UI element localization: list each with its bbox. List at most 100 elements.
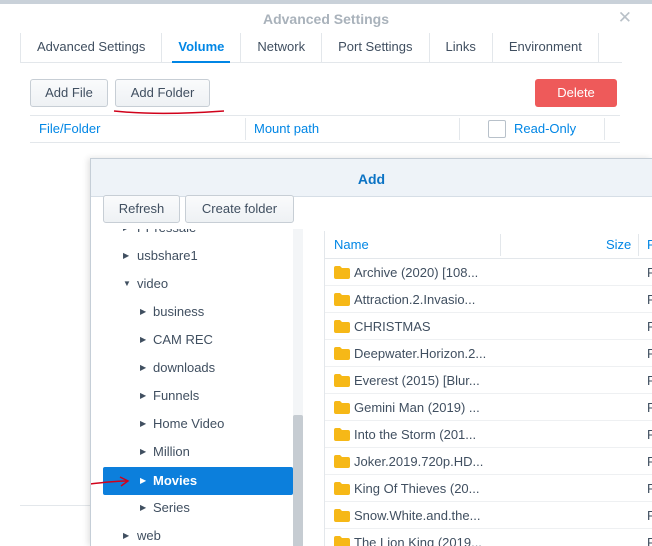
file-row[interactable]: Deepwater.Horizon.2... F (325, 340, 652, 367)
tab-links[interactable]: Links (428, 33, 492, 62)
folder-icon (334, 347, 350, 360)
tree-scrollbar-thumb[interactable] (293, 415, 303, 546)
tree-item-million[interactable]: ▶ Million (103, 438, 293, 466)
file-type: F (647, 502, 652, 529)
tree-item-web[interactable]: ▶ web (103, 522, 293, 546)
annotation-arrow (91, 476, 130, 487)
refresh-button[interactable]: Refresh (103, 195, 180, 223)
tree-item-label: video (137, 276, 169, 291)
column-divider (500, 234, 501, 256)
delete-button[interactable]: Delete (535, 79, 617, 107)
folder-icon (334, 401, 350, 414)
file-type: F (647, 259, 652, 286)
folder-icon (334, 428, 350, 441)
folder-tree: ▶ PPressale ▶ usbshare1 ▼ video ▶ busine… (103, 229, 293, 546)
file-type: F (647, 340, 652, 367)
file-name: Into the Storm (201... (354, 427, 477, 442)
tab-volume[interactable]: Volume (161, 33, 240, 63)
tab-environment[interactable]: Environment (491, 33, 599, 62)
column-size[interactable]: Size (606, 231, 631, 259)
tree-item-usbshare1[interactable]: ▶ usbshare1 (103, 242, 293, 270)
window-title: Advanced Settings (262, 11, 390, 27)
file-row[interactable]: The Lion King (2019... F (325, 529, 652, 546)
folder-icon (334, 482, 350, 495)
file-type: F (647, 421, 652, 448)
chevron-right-icon: ▶ (123, 229, 133, 242)
tree-item-video[interactable]: ▼ video (103, 270, 293, 298)
tree-item-label: Home Video (153, 416, 225, 431)
dialog-title: Add (91, 159, 652, 197)
tree-item-label: Million (153, 444, 190, 459)
chevron-right-icon: ▶ (140, 363, 147, 372)
file-name: Attraction.2.Invasio... (354, 292, 476, 307)
tree-item-home-video[interactable]: ▶ Home Video (103, 410, 293, 438)
file-row[interactable]: Attraction.2.Invasio... F (325, 286, 652, 313)
file-row[interactable]: CHRISTMAS F (325, 313, 652, 340)
file-name: The Lion King (2019... (354, 535, 482, 546)
tab-port-settings[interactable]: Port Settings (321, 33, 428, 62)
tree-item-label: web (137, 528, 161, 543)
tree-item-label: Funnels (153, 388, 200, 403)
file-row[interactable]: King Of Thieves (20... F (325, 475, 652, 502)
file-name: Everest (2015) [Blur... (354, 373, 480, 388)
file-row[interactable]: Joker.2019.720p.HD... F (325, 448, 652, 475)
chevron-right-icon: ▶ (140, 307, 147, 316)
column-read-only[interactable]: Read-Only (514, 116, 576, 142)
column-type[interactable]: F (647, 231, 652, 259)
chevron-right-icon: ▶ (140, 419, 147, 428)
create-folder-button[interactable]: Create folder (185, 195, 294, 223)
read-only-checkbox[interactable] (488, 120, 506, 138)
file-row[interactable]: Everest (2015) [Blur... F (325, 367, 652, 394)
tree-item-ppressale[interactable]: ▶ PPressale (103, 229, 293, 242)
tab-bar: Advanced Settings Volume Network Port Se… (20, 33, 622, 63)
tab-network[interactable]: Network (240, 33, 321, 62)
tree-item-label: Movies (153, 473, 198, 488)
column-divider (604, 118, 605, 140)
column-file-folder[interactable]: File/Folder (39, 116, 100, 142)
tree-item-cam-rec[interactable]: ▶ CAM REC (103, 326, 293, 354)
tree-item-business[interactable]: ▶ business (103, 298, 293, 326)
tree-item-funnels[interactable]: ▶ Funnels (103, 382, 293, 410)
add-file-button[interactable]: Add File (30, 79, 108, 107)
tree-item-label: CAM REC (153, 332, 213, 347)
column-divider (638, 234, 639, 256)
folder-icon (334, 509, 350, 522)
column-divider (459, 118, 460, 140)
volume-table-header: File/Folder Mount path Read-Only (30, 115, 620, 143)
folder-icon (334, 455, 350, 468)
tree-item-label: Series (153, 500, 190, 515)
chevron-right-icon: ▶ (140, 335, 147, 344)
column-divider (245, 118, 246, 140)
file-type: F (647, 367, 652, 394)
file-row[interactable]: Into the Storm (201... F (325, 421, 652, 448)
file-list-header: Name Size F (325, 231, 652, 259)
folder-icon (334, 293, 350, 306)
tree-item-label: PPressale (137, 229, 196, 242)
file-name: Snow.White.and.the... (354, 508, 481, 523)
chevron-right-icon: ▶ (140, 391, 147, 400)
file-name: Deepwater.Horizon.2... (354, 346, 487, 361)
folder-icon (334, 536, 350, 546)
column-mount-path[interactable]: Mount path (254, 116, 319, 142)
file-name: Archive (2020) [108... (354, 265, 479, 280)
tab-advanced-settings[interactable]: Advanced Settings (20, 33, 161, 62)
file-type: F (647, 529, 652, 546)
file-row[interactable]: Gemini Man (2019) ... F (325, 394, 652, 421)
add-folder-button[interactable]: Add Folder (115, 79, 210, 107)
column-name[interactable]: Name (334, 231, 369, 259)
chevron-right-icon: ▶ (140, 503, 147, 512)
file-name: Joker.2019.720p.HD... (354, 454, 484, 469)
file-list: Name Size F Archive (2020) [108... F Att… (324, 231, 652, 546)
file-type: F (647, 313, 652, 340)
file-name: Gemini Man (2019) ... (354, 400, 480, 415)
tree-item-series[interactable]: ▶ Series (103, 494, 293, 522)
file-row[interactable]: Snow.White.and.the... F (325, 502, 652, 529)
chevron-down-icon: ▼ (123, 279, 131, 288)
folder-icon (334, 266, 350, 279)
close-icon[interactable]: ✕ (618, 9, 632, 26)
tree-item-label: downloads (153, 360, 216, 375)
file-type: F (647, 448, 652, 475)
file-row[interactable]: Archive (2020) [108... F (325, 259, 652, 286)
file-name: CHRISTMAS (354, 319, 431, 334)
tree-item-downloads[interactable]: ▶ downloads (103, 354, 293, 382)
